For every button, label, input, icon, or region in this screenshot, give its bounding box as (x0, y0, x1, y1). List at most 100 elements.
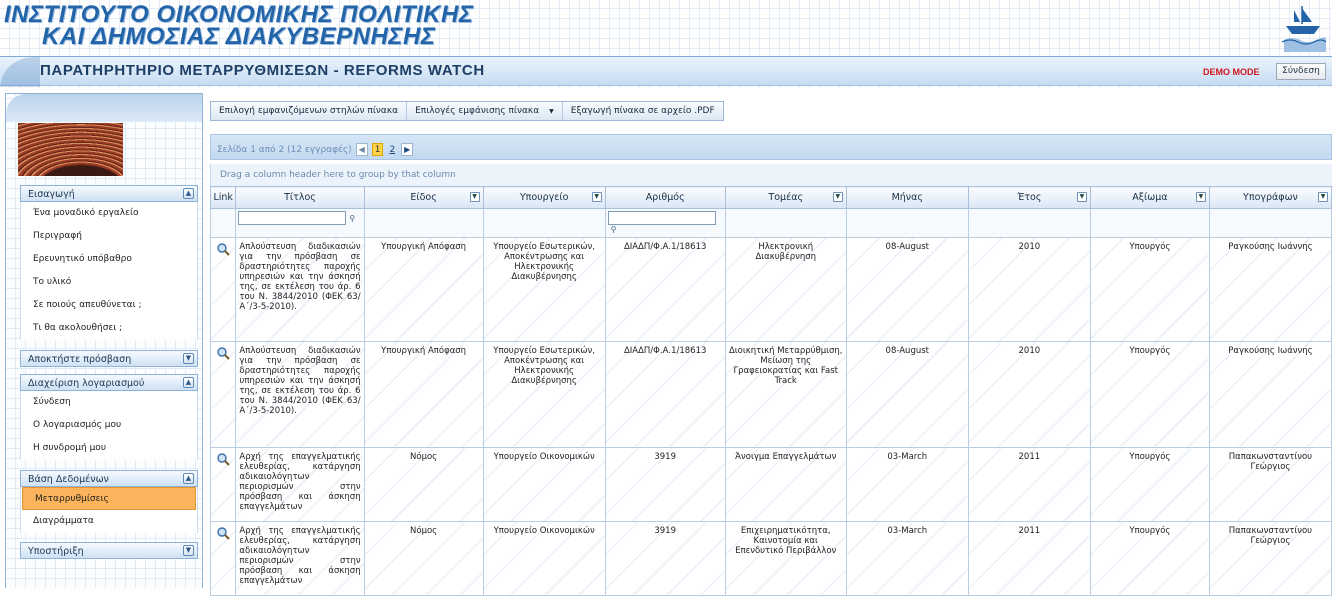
column-header-number[interactable]: Αριθμός (604, 186, 726, 209)
signatory-cell: Παπακωνσταντίνου Γεώργιος (1208, 521, 1332, 596)
link-cell (209, 237, 237, 342)
column-header-label: Υπουργείο (519, 192, 569, 203)
year-cell: 2011 (967, 447, 1091, 522)
group-by-panel[interactable]: Drag a column header here to group by th… (210, 164, 1332, 186)
nav-group-account-header[interactable]: Διαχείριση λογαριασμού ▲ (20, 374, 198, 391)
office-cell: Υπουργός (1089, 521, 1210, 596)
page-1-button[interactable]: 1 (371, 143, 384, 156)
choose-columns-button[interactable]: Επιλογή εμφανιζόμενων στηλών πίνακα (211, 102, 408, 120)
choose-columns-label: Επιλογή εμφανιζόμενων στηλών πίνακα (219, 106, 399, 116)
sidebar-item-my-subscription[interactable]: Η συνδρομή μου (21, 437, 197, 460)
sidebar-item-login[interactable]: Σύνδεση (21, 391, 197, 414)
title-cell: Αρχή της επαγγελματικής ελευθερίας, κατά… (235, 447, 365, 522)
sidebar: Εισαγωγή ▲ Ένα μοναδικό εργαλείο Περιγρα… (5, 93, 203, 588)
column-header-year[interactable]: Έτος ▼ (967, 186, 1091, 209)
sidebar-item-next-steps[interactable]: Τι θα ακολουθήσει ; (21, 317, 197, 340)
nav-group-title: Διαχείριση λογαριασμού (28, 378, 145, 389)
nav-group-support: Υποστήριξη ▼ (20, 542, 198, 559)
site-header: ΙΝΣΤΙΤΟΥΤΟ ΟΙΚΟΝΟΜΙΚΗΣ ΠΟΛΙΤΙΚΗΣ ΚΑΙ ΔΗΜ… (0, 0, 1332, 88)
sidebar-item-reforms[interactable]: Μεταρρυθμίσεις (22, 487, 196, 510)
sidebar-item-charts[interactable]: Διαγράμματα (21, 510, 197, 533)
link-cell (209, 341, 237, 448)
office-cell: Υπουργός (1089, 341, 1210, 448)
login-button[interactable]: Σύνδεση (1276, 63, 1326, 80)
column-header-link[interactable]: Link (209, 186, 237, 209)
type-cell: Νόμος (363, 447, 484, 522)
number-cell: ΔΙΑΔΠ/Φ.Α.1/18613 (604, 237, 726, 342)
title-cell: Απλούστευση διαδικασιών για την πρόσβαση… (235, 237, 365, 342)
table-row: Αρχή της επαγγελματικής ελευθερίας, κατά… (209, 447, 1332, 522)
next-page-icon[interactable]: ▶ (401, 143, 414, 156)
filter-dropdown-icon[interactable]: ▼ (591, 192, 602, 202)
filter-dropdown-icon[interactable]: ▼ (832, 192, 843, 202)
filter-row: ⚲ ⚲ (209, 208, 1332, 238)
sector-cell: Άνοιγμα Επαγγελμάτων (724, 447, 847, 522)
signatory-cell: Ραγκούσης Ιωάννης (1208, 341, 1332, 448)
column-header-ministry[interactable]: Υπουργείο ▼ (482, 186, 606, 209)
column-header-label: Αξίωμα (1132, 192, 1168, 203)
month-cell: 03-March (845, 521, 969, 596)
nav-group-intro-header[interactable]: Εισαγωγή ▲ (20, 185, 198, 202)
expand-down-icon[interactable]: ▼ (183, 353, 194, 364)
filter-dropdown-icon[interactable]: ▼ (1318, 192, 1328, 202)
month-cell: 03-March (845, 447, 969, 522)
sidebar-top-decoration (6, 94, 202, 122)
sidebar-item-my-account[interactable]: Ο λογαριασμός μου (21, 414, 197, 437)
nav-group-support-header[interactable]: Υποστήριξη ▼ (20, 542, 198, 559)
year-cell: 2010 (967, 237, 1091, 342)
sidebar-item-audience[interactable]: Σε ποιούς απευθύνεται ; (21, 294, 197, 317)
collapse-up-icon[interactable]: ▲ (183, 473, 194, 484)
export-pdf-button[interactable]: Εξαγωγή πίνακα σε αρχείο .PDF (563, 102, 723, 120)
pager: Σελίδα 1 από 2 (12 εγγραφές) ◀ 1 2 ▶ (210, 134, 1332, 160)
magnifier-icon[interactable] (216, 346, 230, 360)
sidebar-item-material[interactable]: Το υλικό (21, 271, 197, 294)
nav-group-database-header[interactable]: Βάση Δεδομένων ▲ (20, 470, 198, 487)
display-options-dropdown[interactable]: Επιλογές εμφάνισης πίνακα ▼ (407, 102, 563, 120)
demo-mode-label: DEMO MODE (1203, 67, 1260, 77)
nav-group-account: Διαχείριση λογαριασμού ▲ Σύνδεση Ο λογαρ… (20, 374, 198, 460)
ministry-cell: Υπουργείο Εσωτερικών, Αποκέντρωσης και Η… (482, 341, 606, 448)
page-2-button[interactable]: 2 (387, 145, 397, 155)
sector-cell: Ηλεκτρονική Διακυβέρνηση (724, 237, 847, 342)
sidebar-item-unique-tool[interactable]: Ένα μοναδικό εργαλείο (21, 202, 197, 225)
titlebar-curve-decoration (0, 57, 40, 87)
ministry-cell: Υπουργείο Οικονομικών (482, 521, 606, 596)
column-header-office[interactable]: Αξίωμα ▼ (1089, 186, 1210, 209)
signatory-cell: Παπακωνσταντίνου Γεώργιος (1208, 447, 1332, 522)
office-cell: Υπουργός (1089, 237, 1210, 342)
link-cell (209, 521, 237, 596)
nav-group-title: Υποστήριξη (28, 546, 84, 557)
filter-icon[interactable]: ⚲ (349, 214, 355, 223)
column-header-type[interactable]: Είδος ▼ (363, 186, 484, 209)
display-options-label: Επιλογές εμφάνισης πίνακα (415, 106, 540, 116)
magnifier-icon[interactable] (216, 242, 230, 256)
filter-dropdown-icon[interactable]: ▼ (1076, 192, 1087, 202)
collapse-up-icon[interactable]: ▲ (183, 377, 194, 388)
table-row: Απλούστευση διαδικασιών για την πρόσβαση… (209, 237, 1332, 342)
sidebar-item-description[interactable]: Περιγραφή (21, 225, 197, 248)
nav-group-access-header[interactable]: Αποκτήστε πρόσβαση ▼ (20, 350, 198, 367)
column-header-signatory[interactable]: Υπογράφων ▼ (1208, 186, 1332, 209)
number-filter-input[interactable] (607, 211, 716, 225)
column-header-label: Τομέας (768, 192, 804, 203)
sidebar-item-research-background[interactable]: Ερευνητικό υπόβαθρο (21, 248, 197, 271)
year-cell: 2011 (967, 521, 1091, 596)
title-filter-input[interactable] (238, 211, 347, 225)
parliament-photo (18, 123, 123, 176)
expand-down-icon[interactable]: ▼ (183, 545, 194, 556)
magnifier-icon[interactable] (216, 526, 230, 540)
number-cell: ΔΙΑΔΠ/Φ.Α.1/18613 (604, 341, 726, 448)
column-header-sector[interactable]: Τομέας ▼ (724, 186, 847, 209)
column-header-month[interactable]: Μήνας (845, 186, 969, 209)
prev-page-icon[interactable]: ◀ (355, 143, 368, 156)
collapse-up-icon[interactable]: ▲ (183, 188, 194, 199)
number-cell: 3919 (604, 521, 726, 596)
column-header-title[interactable]: Τίτλος (235, 186, 365, 209)
column-header-label: Τίτλος (284, 192, 316, 203)
table-row: Απλούστευση διαδικασιών για την πρόσβαση… (209, 341, 1332, 448)
nav-group-title: Βάση Δεδομένων (28, 474, 109, 485)
filter-dropdown-icon[interactable]: ▼ (469, 192, 480, 202)
magnifier-icon[interactable] (216, 452, 230, 466)
filter-icon[interactable]: ⚲ (611, 225, 617, 234)
filter-dropdown-icon[interactable]: ▼ (1195, 192, 1206, 202)
